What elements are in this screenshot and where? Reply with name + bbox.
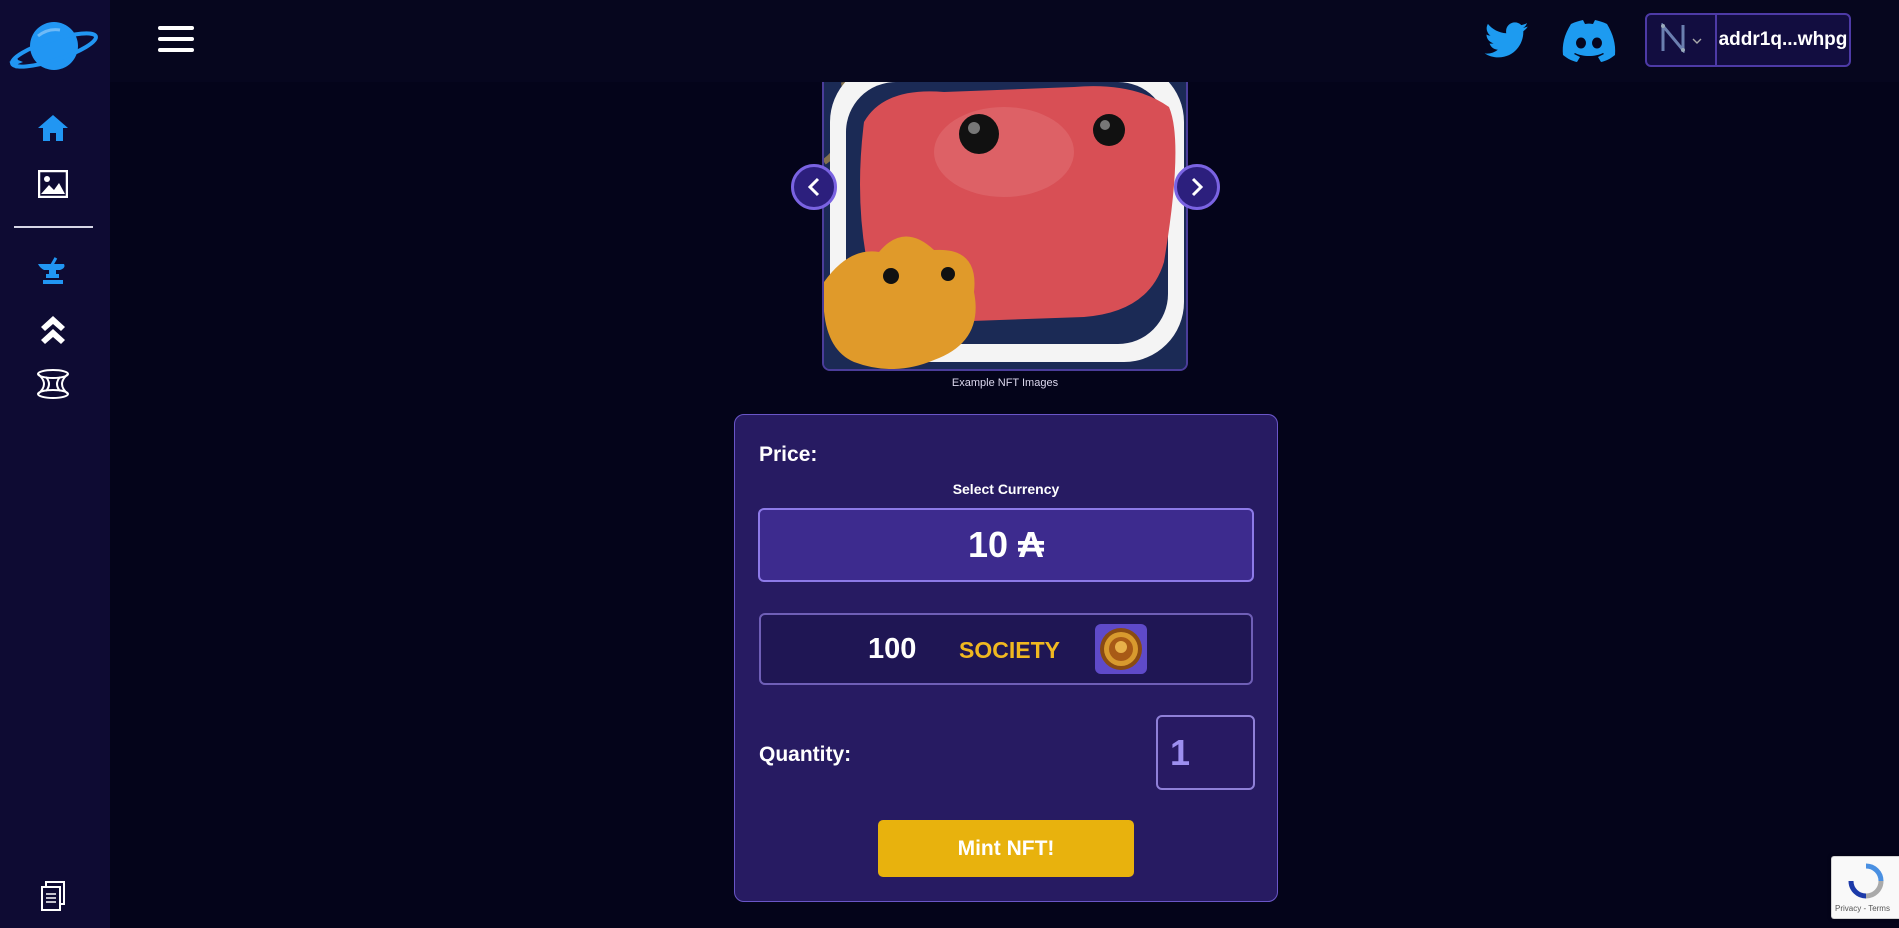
society-amount: 100 [868,633,917,665]
recaptcha-icon [1848,863,1884,899]
discord-icon[interactable] [1562,20,1616,67]
twitter-icon[interactable] [1483,18,1531,67]
wormhole-icon[interactable] [35,366,71,402]
carousel-next-button[interactable] [1174,164,1220,210]
currency-option-society[interactable]: 100 SOCIETY [759,613,1253,685]
wallet-n-logo-icon [1660,21,1686,58]
society-coin-icon [1095,624,1147,674]
chevron-right-icon [1191,177,1204,197]
recaptcha-terms[interactable]: Privacy - Terms [1835,904,1890,913]
mint-card: Price: Select Currency 10 ₳ 100 SOCIETY … [734,414,1278,902]
nft-image-carousel [822,82,1188,371]
sidebar-divider [14,226,93,228]
chevron-left-icon [807,177,820,197]
quantity-label: Quantity: [759,743,852,766]
quantity-input[interactable] [1156,715,1255,790]
top-bar: addr1q...whpg [110,0,1899,82]
mint-nft-button[interactable]: Mint NFT! [878,820,1134,877]
select-currency-label: Select Currency [952,481,1060,497]
price-label: Price: [759,443,818,466]
hamburger-icon[interactable] [158,24,194,59]
planet-logo-icon[interactable] [8,18,100,79]
sidebar [0,0,110,928]
anvil-icon[interactable] [35,253,71,289]
ada-price: 10 ₳ [967,524,1045,565]
recaptcha-badge[interactable]: Privacy - Terms [1831,856,1899,919]
wallet-address: addr1q...whpg [1718,29,1848,50]
society-symbol: SOCIETY [959,637,1060,663]
documents-icon[interactable] [35,878,71,914]
image-icon[interactable] [35,166,71,202]
nft-example-image [824,82,1186,369]
chevron-down-icon [1692,31,1702,49]
wallet-connect-button[interactable]: addr1q...whpg [1645,13,1851,67]
carousel-caption: Example NFT Images [951,377,1059,389]
double-chevron-up-icon[interactable] [35,310,71,346]
home-icon[interactable] [35,110,71,146]
currency-option-ada[interactable]: 10 ₳ [758,508,1254,582]
wallet-selector[interactable] [1647,15,1717,65]
carousel-prev-button[interactable] [791,164,837,210]
